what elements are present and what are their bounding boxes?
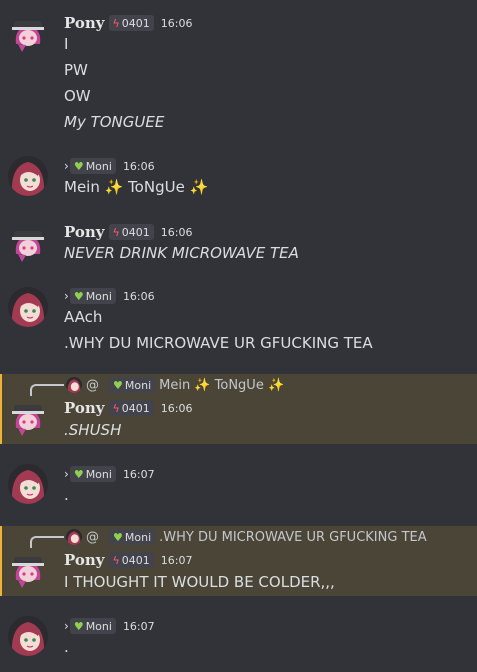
message-group: › ♥ Moni 16:06 Mein ✨ ToNgUe ✨ — [0, 144, 477, 212]
username[interactable]: Pony — [64, 223, 105, 241]
message-line: . — [64, 638, 69, 656]
message-group: › ♥ Moni 16:07 . — [0, 444, 477, 526]
avatar-pony[interactable] — [8, 550, 48, 590]
role-tag-label: Moni — [85, 467, 112, 481]
lightning-bolt-icon: ϟ — [112, 16, 120, 30]
role-tag[interactable]: ♥ Moni — [69, 618, 116, 634]
role-tag: ϟ 0401 — [108, 15, 154, 31]
timestamp: 16:06 — [122, 159, 155, 173]
green-heart-icon: ♥ — [73, 467, 84, 481]
message-header: › ♥ Moni 16:06 — [64, 156, 155, 176]
message-header: Pony ϟ 0401 16:06 — [64, 13, 192, 33]
username[interactable]: Pony — [64, 14, 105, 32]
lightning-bolt-icon: ϟ — [112, 225, 120, 239]
reply-arrow-icon — [30, 536, 64, 548]
role-tag-label: Moni — [124, 378, 152, 392]
reply-avatar — [66, 529, 82, 545]
message-header: Pony ϟ 0401 16:06 — [64, 398, 192, 418]
message-line: My TONGUEE — [64, 113, 165, 131]
message-header: › ♥ Moni 16:07 — [64, 464, 155, 484]
role-tag: ϟ 0401 — [108, 400, 154, 416]
reply-avatar — [66, 377, 82, 393]
role-tag-label: Moni — [124, 530, 152, 544]
message-header: Pony ϟ 0401 16:06 — [64, 222, 192, 242]
role-tag-label: 0401 — [121, 553, 150, 567]
avatar-moni[interactable] — [8, 616, 48, 656]
timestamp: 16:07 — [122, 619, 155, 633]
message-line: I — [64, 35, 69, 53]
message-line: OW — [64, 87, 91, 105]
message-header: › ♥ Moni 16:06 — [64, 286, 155, 306]
reply-preview-text: Mein ✨ ToNgUe ✨ — [159, 377, 285, 393]
timestamp: 16:06 — [160, 225, 193, 239]
timestamp: 16:06 — [160, 16, 193, 30]
green-heart-icon: ♥ — [113, 530, 123, 544]
message-group-mention: @ ♥ Moni Mein ✨ ToNgUe ✨ Pony ϟ 0401 16:06… — [0, 374, 477, 444]
message-line: Mein ✨ ToNgUe ✨ — [64, 178, 209, 196]
role-tag-label: Moni — [85, 159, 112, 173]
message-group: › ♥ Moni 16:06 AAch .WHY DU MICROWAVE UR … — [0, 274, 477, 374]
avatar-pony[interactable] — [8, 224, 48, 264]
green-heart-icon: ♥ — [73, 289, 84, 303]
role-tag-label: Moni — [85, 619, 112, 633]
message-line: I THOUGHT IT WOULD BE COLDER,,, — [64, 573, 335, 591]
message-line: . — [64, 486, 69, 504]
chevron-right-icon: › — [64, 619, 69, 633]
role-tag: ϟ 0401 — [108, 552, 154, 568]
avatar-moni[interactable] — [8, 156, 48, 196]
reply-reference[interactable]: @ ♥ Moni Mein ✨ ToNgUe ✨ — [66, 375, 284, 395]
reply-mention: @ — [86, 377, 99, 393]
avatar-moni[interactable] — [8, 464, 48, 504]
message-group: Pony ϟ 0401 16:06 NEVER DRINK MICROWAVE T… — [0, 212, 477, 274]
lightning-bolt-icon: ϟ — [112, 553, 120, 567]
message-line: AAch — [64, 308, 103, 326]
role-tag-label: 0401 — [121, 401, 150, 415]
green-heart-icon: ♥ — [73, 619, 84, 633]
reply-preview-text: .WHY DU MICROWAVE UR GFUCKING TEA — [159, 529, 427, 545]
reply-mention: @ — [86, 529, 99, 545]
role-tag-label: 0401 — [121, 16, 150, 30]
green-heart-icon: ♥ — [73, 159, 84, 173]
role-tag-label: Moni — [85, 289, 112, 303]
chat-log: Pony ϟ 0401 16:06 I PW OW My TONGUEE › ♥ M… — [0, 0, 477, 672]
role-tag[interactable]: ♥ Moni — [69, 288, 116, 304]
message-header: › ♥ Moni 16:07 — [64, 616, 155, 636]
avatar-moni[interactable] — [8, 287, 48, 327]
avatar-pony[interactable] — [8, 398, 48, 438]
message-group: Pony ϟ 0401 16:06 I PW OW My TONGUEE — [0, 0, 477, 144]
timestamp: 16:07 — [122, 467, 155, 481]
username[interactable]: Pony — [64, 399, 105, 417]
green-heart-icon: ♥ — [113, 378, 123, 392]
timestamp: 16:06 — [122, 289, 155, 303]
reply-reference[interactable]: @ ♥ Moni .WHY DU MICROWAVE UR GFUCKING TE… — [66, 527, 427, 547]
message-line: .SHUSH — [64, 421, 122, 439]
message-group: › ♥ Moni 16:07 . — [0, 596, 477, 672]
role-tag[interactable]: ♥ Moni — [69, 466, 116, 482]
timestamp: 16:07 — [160, 553, 193, 567]
username[interactable]: Pony — [64, 551, 105, 569]
role-tag: ♥ Moni — [109, 377, 156, 393]
role-tag: ♥ Moni — [109, 529, 156, 545]
message-line: .WHY DU MICROWAVE UR GFUCKING TEA — [64, 334, 373, 352]
message-line: PW — [64, 61, 88, 79]
message-line: NEVER DRINK MICROWAVE TEA — [64, 244, 299, 262]
role-tag-label: 0401 — [121, 225, 150, 239]
chevron-right-icon: › — [64, 159, 69, 173]
timestamp: 16:06 — [160, 401, 193, 415]
reply-arrow-icon — [30, 384, 64, 396]
avatar-pony[interactable] — [8, 14, 48, 54]
chevron-right-icon: › — [64, 467, 69, 481]
message-header: Pony ϟ 0401 16:07 — [64, 550, 192, 570]
chevron-right-icon: › — [64, 289, 69, 303]
lightning-bolt-icon: ϟ — [112, 401, 120, 415]
role-tag: ϟ 0401 — [108, 224, 154, 240]
role-tag[interactable]: ♥ Moni — [69, 158, 116, 174]
message-group-mention: @ ♥ Moni .WHY DU MICROWAVE UR GFUCKING TE… — [0, 526, 477, 596]
